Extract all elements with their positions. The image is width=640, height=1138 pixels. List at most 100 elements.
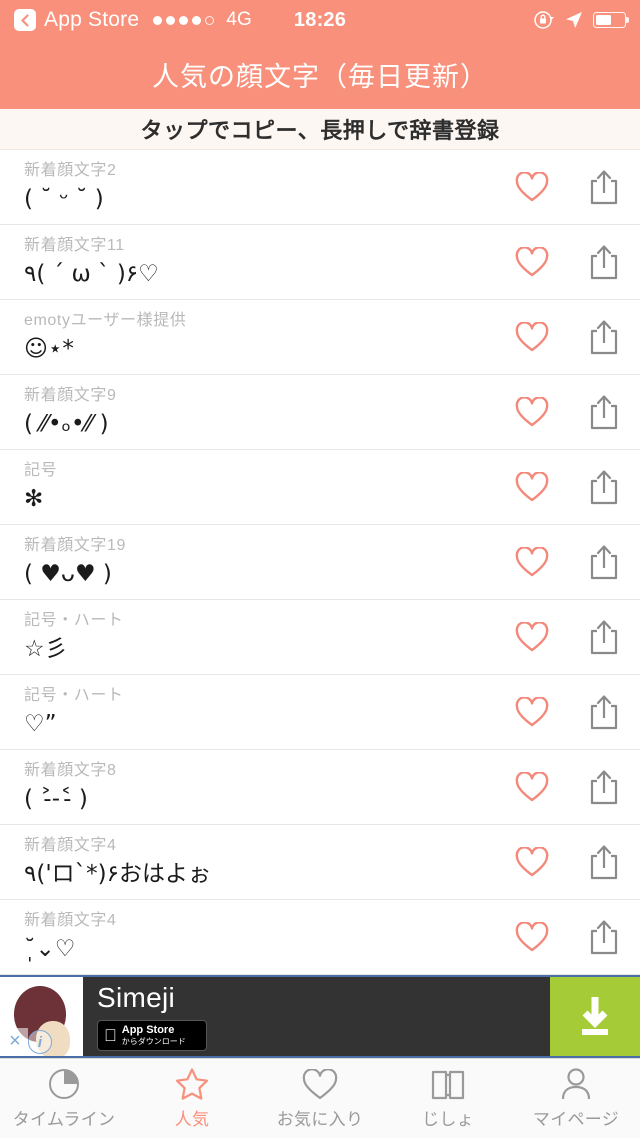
page-title: 人気の顔文字（毎日更新） [0,40,640,109]
favorite-button[interactable] [496,321,568,353]
share-button[interactable] [568,919,640,955]
heart-icon [302,1069,338,1100]
share-button[interactable] [568,319,640,355]
favorite-button[interactable] [496,546,568,578]
ad-download-button[interactable] [550,977,640,1056]
tab-label: じしょ [422,1110,474,1129]
ad-body: Simeji  App Store からダウンロード [83,977,550,1056]
heart-icon [515,621,549,651]
kaomoji-row[interactable]: 新着顔文字11 ٩( ´ ω ` )۶♡ [0,225,640,300]
kaomoji-row[interactable]: 新着顔文字19 ( ♥ᴗ♥ ) [0,525,640,600]
kaomoji-text: ( ♥ᴗ♥ ) [24,560,112,587]
ad-banner[interactable]: × i Simeji  App Store からダウンロード [0,975,640,1058]
kaomoji-row-text[interactable]: 新着顔文字9 ( ⁄⁄•ₒ•⁄⁄ ) [24,375,496,449]
share-button[interactable] [568,694,640,730]
kaomoji-text: ( ˃̵-˂̵ ) [24,785,88,812]
kaomoji-row-actions [496,600,640,674]
share-button[interactable] [568,544,640,580]
kaomoji-row-text[interactable]: emotyユーザー様提供 ☺⋆* [24,300,496,374]
share-icon [590,920,618,955]
clock-icon [49,1069,79,1099]
tab-clock[interactable]: タイムライン [0,1059,128,1138]
kaomoji-row-actions [496,150,640,224]
ad-close-icon[interactable]: × [2,1028,28,1054]
kaomoji-row-actions [496,225,640,299]
kaomoji-row[interactable]: 新着顔文字4 ˘̩̩̩⌄♡ [0,900,640,975]
favorite-button[interactable] [496,846,568,878]
kaomoji-text: ☆彡 [24,635,68,662]
kaomoji-row[interactable]: 新着顔文字8 ( ˃̵-˂̵ ) [0,750,640,825]
favorite-button[interactable] [496,171,568,203]
kaomoji-row[interactable]: 記号・ハート ♡” [0,675,640,750]
kaomoji-row[interactable]: 新着顔文字2 ( ˘ ᵕ ˘ ) [0,150,640,225]
favorite-button[interactable] [496,696,568,728]
kaomoji-row-actions [496,675,640,749]
share-icon [590,770,618,805]
kaomoji-category: 記号・ハート [24,611,124,629]
kaomoji-row-actions [496,750,640,824]
kaomoji-row[interactable]: 記号・ハート ☆彡 [0,600,640,675]
share-button[interactable] [568,844,640,880]
ad-info-icon[interactable]: i [28,1030,52,1054]
kaomoji-text: ٩( ´ ω ` )۶♡ [24,260,159,287]
signal-dot [179,15,189,25]
kaomoji-category: emotyユーザー様提供 [24,311,187,329]
kaomoji-category: 新着顔文字11 [24,236,125,254]
back-to-app-store-button[interactable] [14,9,36,31]
tab-heart[interactable]: お気に入り [256,1059,384,1138]
share-button[interactable] [568,394,640,430]
tab-star[interactable]: 人気 [128,1059,256,1138]
kaomoji-category: 新着顔文字4 [24,911,117,929]
signal-dot [166,15,176,25]
kaomoji-row-text[interactable]: 新着顔文字4 ˘̩̩̩⌄♡ [24,900,496,974]
kaomoji-category: 新着顔文字8 [24,761,117,779]
chevron-left-icon [20,13,29,27]
kaomoji-list: 新着顔文字2 ( ˘ ᵕ ˘ ) 新着顔文字11 ٩( ´ ω ` )۶♡ emotyユ… [0,150,640,975]
favorite-button[interactable] [496,471,568,503]
kaomoji-category: 新着顔文字9 [24,386,117,404]
share-button[interactable] [568,769,640,805]
kaomoji-row-text[interactable]: 記号 ✻ [24,450,496,524]
share-button[interactable] [568,469,640,505]
kaomoji-row[interactable]: 新着顔文字9 ( ⁄⁄•ₒ•⁄⁄ ) [0,375,640,450]
heart-icon [515,846,549,876]
kaomoji-row-text[interactable]: 新着顔文字4 ٩('ロ`*)۶おはよぉ [24,825,496,899]
share-button[interactable] [568,244,640,280]
book-icon-wrap [430,1067,466,1101]
kaomoji-row-actions [496,525,640,599]
share-icon [590,845,618,880]
kaomoji-row-actions [496,300,640,374]
share-button[interactable] [568,619,640,655]
favorite-button[interactable] [496,921,568,953]
kaomoji-row-text[interactable]: 新着顔文字11 ٩( ´ ω ` )۶♡ [24,225,496,299]
kaomoji-row-text[interactable]: 新着顔文字8 ( ˃̵-˂̵ ) [24,750,496,824]
download-icon [582,996,608,1035]
favorite-button[interactable] [496,396,568,428]
kaomoji-row-actions [496,375,640,449]
kaomoji-row[interactable]: emotyユーザー様提供 ☺⋆* [0,300,640,375]
kaomoji-row[interactable]: 記号 ✻ [0,450,640,525]
kaomoji-row-text[interactable]: 新着顔文字19 ( ♥ᴗ♥ ) [24,525,496,599]
hint-banner: タップでコピー、長押しで辞書登録 [0,109,640,150]
tab-label: タイムライン [12,1110,116,1129]
app-store-badge[interactable]:  App Store からダウンロード [97,1019,207,1051]
kaomoji-row-actions [496,825,640,899]
share-button[interactable] [568,169,640,205]
tab-label: 人気 [174,1110,210,1129]
kaomoji-row-text[interactable]: 新着顔文字2 ( ˘ ᵕ ˘ ) [24,150,496,224]
kaomoji-row[interactable]: 新着顔文字4 ٩('ロ`*)۶おはよぉ [0,825,640,900]
tab-person[interactable]: マイページ [512,1059,640,1138]
favorite-button[interactable] [496,246,568,278]
heart-icon [515,246,549,276]
star-icon-wrap [174,1067,210,1101]
kaomoji-category: 新着顔文字19 [24,536,126,554]
kaomoji-row-text[interactable]: 記号・ハート ♡” [24,675,496,749]
share-icon [590,695,618,730]
tab-book[interactable]: じしょ [384,1059,512,1138]
favorite-button[interactable] [496,771,568,803]
kaomoji-row-text[interactable]: 記号・ハート ☆彡 [24,600,496,674]
favorite-button[interactable] [496,621,568,653]
person-icon-wrap [560,1067,592,1101]
share-icon [590,320,618,355]
rotation-lock-icon [534,11,554,29]
